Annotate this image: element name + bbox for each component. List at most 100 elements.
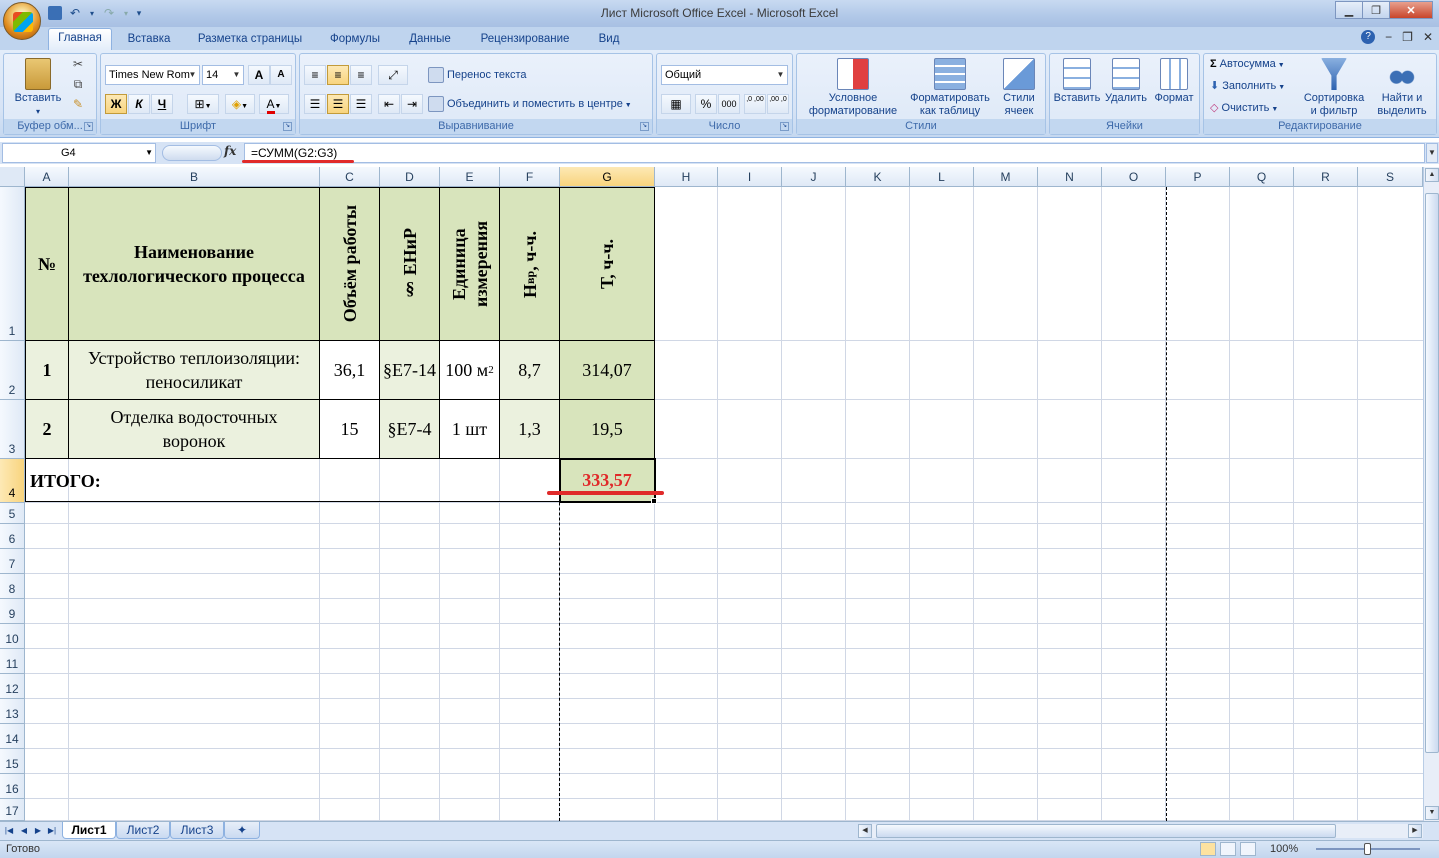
align-center-icon[interactable]: ☰	[327, 94, 349, 114]
sheet-tab-3[interactable]: Лист3	[170, 822, 224, 839]
row-header-17[interactable]: 17	[0, 799, 25, 821]
font-color-button[interactable]: A▼	[259, 94, 289, 114]
scroll-right-icon[interactable]: ▶	[1408, 824, 1422, 838]
row-header-8[interactable]: 8	[0, 574, 25, 599]
ribbon-minimize-icon[interactable]: −	[1385, 30, 1392, 44]
horizontal-scrollbar[interactable]: ◀ ▶	[858, 824, 1423, 838]
format-painter-icon[interactable]: ✎	[70, 98, 86, 114]
column-header-a[interactable]: A	[25, 167, 69, 187]
dialog-launcher-icon[interactable]: ↘	[84, 122, 93, 131]
dialog-launcher-icon[interactable]: ↘	[283, 122, 292, 131]
prev-sheet-icon[interactable]: ◀	[18, 824, 30, 838]
row2-name[interactable]: Отделка водосточных воронок	[68, 399, 320, 459]
column-header-o[interactable]: O	[1102, 167, 1166, 187]
header-cell-enir[interactable]: § ЕНиР	[379, 187, 440, 341]
page-break-view-icon[interactable]	[1240, 842, 1256, 856]
fill-button[interactable]: ⬇ Заполнить ▼	[1210, 80, 1304, 94]
cut-icon[interactable]: ✂	[70, 58, 86, 74]
last-sheet-icon[interactable]: ▶|	[46, 824, 58, 838]
row1-time[interactable]: 314,07	[559, 340, 655, 400]
increase-indent-icon[interactable]: ⇥	[401, 94, 423, 114]
row-header-2[interactable]: 2	[0, 341, 25, 400]
sheet-tab-2[interactable]: Лист2	[116, 822, 170, 839]
column-header-p[interactable]: P	[1166, 167, 1230, 187]
zoom-slider[interactable]	[1308, 842, 1428, 856]
decrease-decimal-button[interactable]: ,00 ,0	[767, 94, 789, 114]
row1-unit[interactable]: 100 м2	[439, 340, 500, 400]
format-as-table-button[interactable]: Форматировать как таблицу	[905, 58, 995, 118]
row2-time[interactable]: 19,5	[559, 399, 655, 459]
column-header-e[interactable]: E	[440, 167, 500, 187]
column-header-k[interactable]: K	[846, 167, 910, 187]
conditional-formatting-button[interactable]: Условное форматирование	[801, 58, 905, 118]
zoom-knob[interactable]	[1364, 843, 1372, 855]
font-name-select[interactable]: Times New Rom ▼	[105, 65, 200, 85]
sort-filter-button[interactable]: Сортировка и фильтр	[1300, 58, 1368, 118]
ribbon-restore-icon[interactable]: ❐	[1402, 30, 1413, 44]
column-header-f[interactable]: F	[500, 167, 560, 187]
row2-unit[interactable]: 1 шт	[439, 399, 500, 459]
number-format-select[interactable]: Общий ▼	[661, 65, 788, 85]
header-cell-unit[interactable]: Единица измерения	[439, 187, 500, 341]
tab-home[interactable]: Главная	[48, 28, 112, 50]
zoom-level[interactable]: 100%	[1270, 843, 1298, 855]
increase-decimal-button[interactable]: ,0 ,00	[744, 94, 766, 114]
cell-styles-button[interactable]: Стили ячеек	[995, 58, 1043, 118]
merge-center-button[interactable]: Объединить и поместить в центре ▼	[428, 96, 650, 112]
row-header-3[interactable]: 3	[0, 400, 25, 459]
header-cell-name[interactable]: Наименование техлологического процесса	[68, 187, 320, 341]
align-top-icon[interactable]: ≡	[304, 65, 326, 85]
row-header-12[interactable]: 12	[0, 674, 25, 699]
next-sheet-icon[interactable]: ▶	[32, 824, 44, 838]
row-header-4[interactable]: 4	[0, 459, 25, 503]
column-header-i[interactable]: I	[718, 167, 782, 187]
row2-norm[interactable]: 1,3	[499, 399, 560, 459]
paste-button[interactable]: Вставить ▾	[8, 58, 68, 118]
vertical-scroll-thumb[interactable]	[1425, 193, 1439, 753]
italic-button[interactable]: К	[128, 94, 150, 114]
header-cell-volume[interactable]: Объём работы	[319, 187, 380, 341]
decrease-indent-icon[interactable]: ⇤	[378, 94, 400, 114]
row2-volume[interactable]: 15	[319, 399, 380, 459]
currency-format-icon[interactable]: ▦	[661, 94, 691, 114]
row1-enir[interactable]: §Е7-14	[379, 340, 440, 400]
grow-font-button[interactable]: A	[248, 65, 270, 85]
column-header-m[interactable]: M	[974, 167, 1038, 187]
row-header-10[interactable]: 10	[0, 624, 25, 649]
row1-volume[interactable]: 36,1	[319, 340, 380, 400]
underline-button[interactable]: Ч	[151, 94, 173, 114]
tab-formulas[interactable]: Формулы	[320, 30, 390, 50]
clear-button[interactable]: ◇ Очистить ▼	[1210, 102, 1304, 116]
column-header-s[interactable]: S	[1358, 167, 1423, 187]
orientation-icon[interactable]: ⤢	[378, 65, 408, 85]
page-layout-view-icon[interactable]	[1220, 842, 1236, 856]
column-header-b[interactable]: B	[69, 167, 320, 187]
first-sheet-icon[interactable]: |◀	[3, 824, 15, 838]
office-button[interactable]	[3, 2, 41, 40]
row2-enir[interactable]: §Е7-4	[379, 399, 440, 459]
ribbon-close-icon[interactable]: ✕	[1423, 30, 1433, 44]
thousands-button[interactable]: 000	[718, 94, 740, 114]
column-header-j[interactable]: J	[782, 167, 846, 187]
restore-button[interactable]: ❐	[1362, 1, 1390, 19]
percent-button[interactable]: %	[695, 94, 717, 114]
row-header-7[interactable]: 7	[0, 549, 25, 574]
format-cells-button[interactable]: Формат	[1150, 58, 1198, 105]
row2-num[interactable]: 2	[25, 399, 69, 459]
help-icon[interactable]: ?	[1361, 30, 1376, 44]
worksheet-grid[interactable]: ABCDEFGHIJKLMNOPQRS 1 2 3 4 5 6 7 8 9 10 11 12 13 14 1…	[0, 167, 1423, 821]
row1-num[interactable]: 1	[25, 340, 69, 400]
row-header-16[interactable]: 16	[0, 774, 25, 799]
bold-button[interactable]: Ж	[105, 94, 127, 114]
insert-cells-button[interactable]: Вставить	[1052, 58, 1102, 105]
horizontal-scroll-thumb[interactable]	[876, 824, 1336, 838]
column-header-l[interactable]: L	[910, 167, 974, 187]
align-middle-icon[interactable]: ≡	[327, 65, 349, 85]
row-header-11[interactable]: 11	[0, 649, 25, 674]
find-select-button[interactable]: Найти и выделить	[1370, 58, 1434, 118]
vertical-scrollbar[interactable]: ▲ ▼	[1423, 167, 1439, 821]
row-header-14[interactable]: 14	[0, 724, 25, 749]
scroll-up-icon[interactable]: ▲	[1425, 168, 1439, 182]
column-header-n[interactable]: N	[1038, 167, 1102, 187]
fill-color-button[interactable]: ◈▼	[225, 94, 255, 114]
